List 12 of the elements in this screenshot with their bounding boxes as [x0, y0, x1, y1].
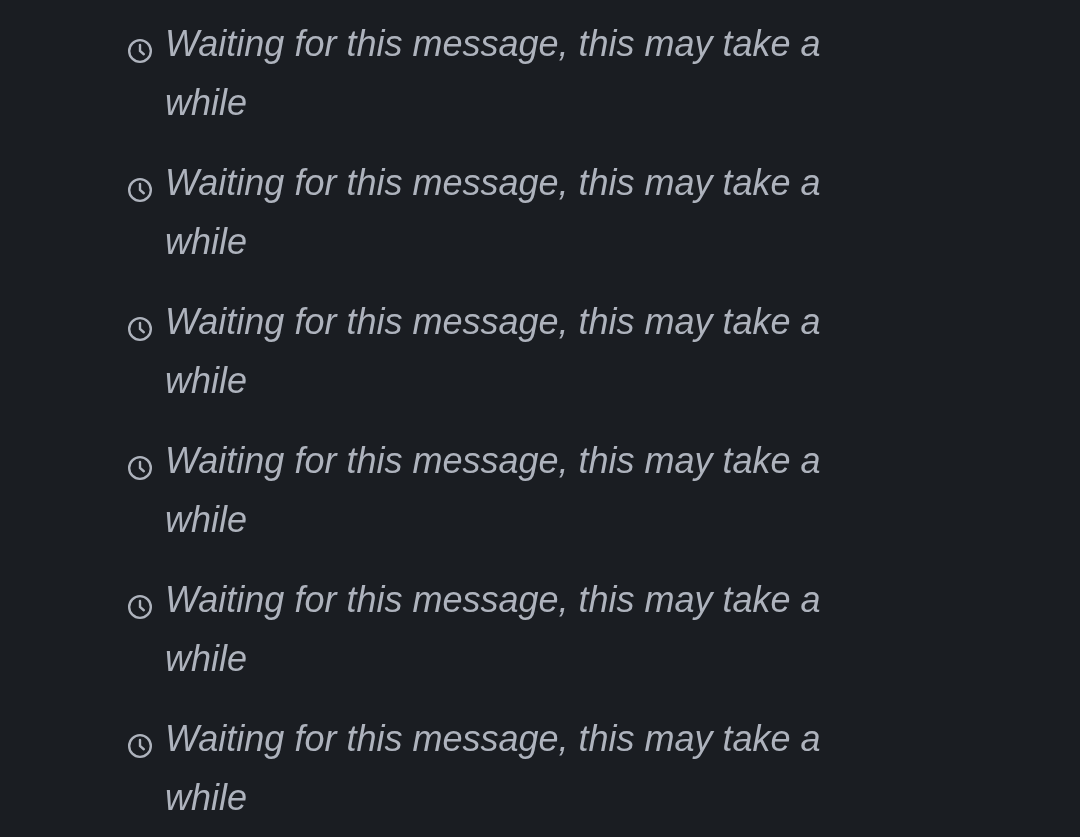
clock-icon: [127, 594, 153, 620]
waiting-message: Waiting for this message, this may take a while: [165, 300, 822, 403]
clock-icon: [127, 733, 153, 759]
clock-icon: [127, 177, 153, 203]
clock-icon: [127, 38, 153, 64]
waiting-message: Waiting for this message, this may take a while: [165, 717, 822, 820]
waiting-message: Waiting for this message, this may take a while: [165, 22, 822, 125]
clock-icon: [127, 316, 153, 342]
waiting-message: Waiting for this message, this may take a while: [165, 439, 822, 542]
clock-icon: [127, 455, 153, 481]
waiting-message: Waiting for this message, this may take a while: [165, 578, 822, 681]
waiting-message: Waiting for this message, this may take a while: [165, 161, 822, 264]
